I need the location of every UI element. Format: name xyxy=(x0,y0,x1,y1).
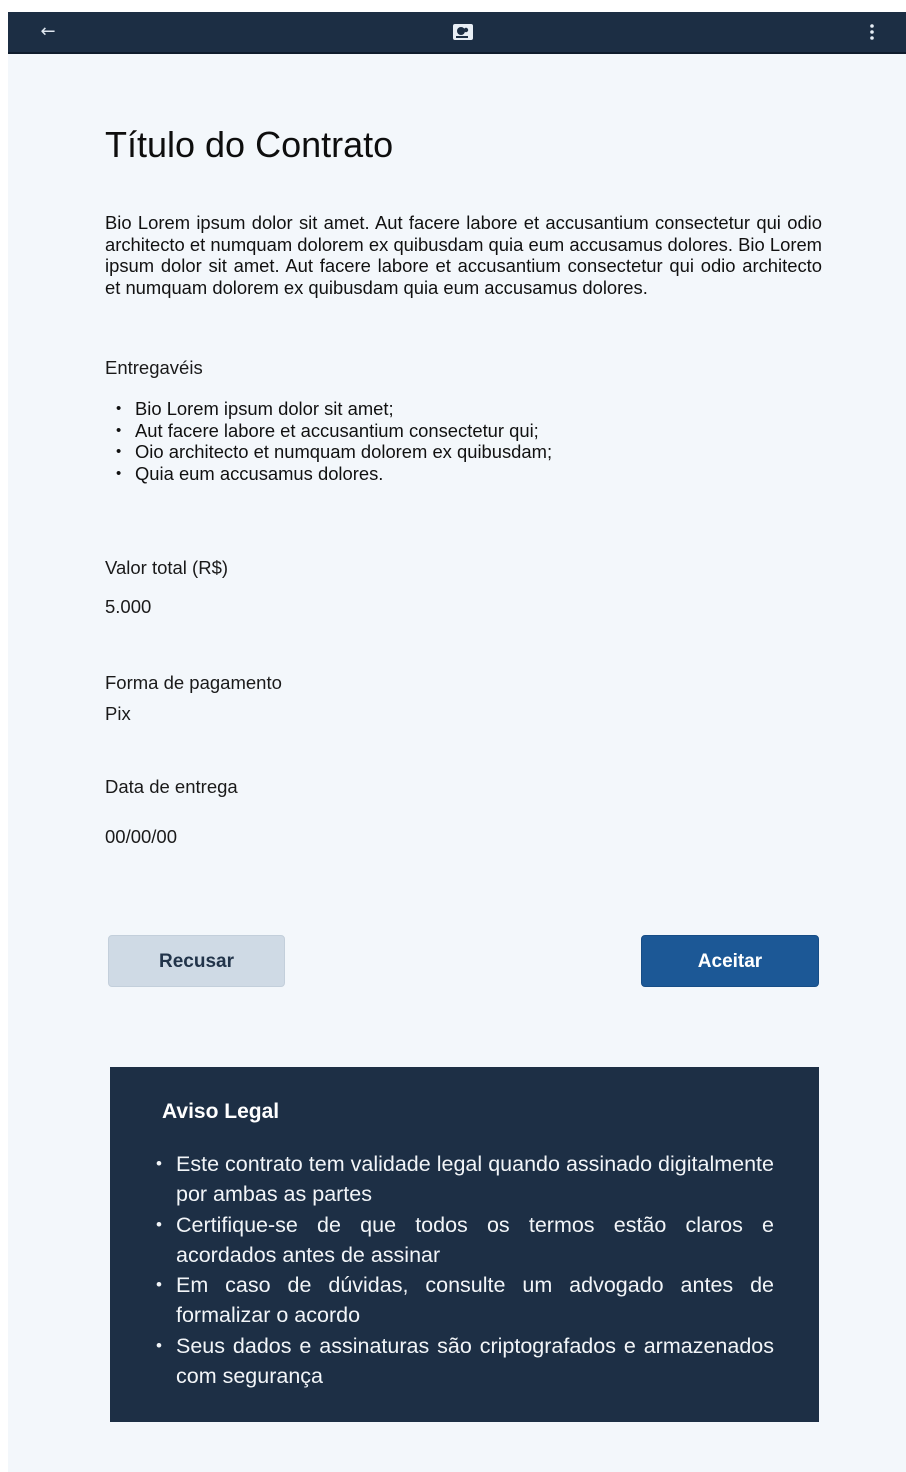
list-item: Este contrato tem validade legal quando … xyxy=(156,1149,774,1210)
app-screen: ← Título do Contrato Bio Lorem ipsum dol… xyxy=(8,12,906,1472)
list-item: Certifique-se de que todos os termos est… xyxy=(156,1210,774,1271)
delivery-date-label: Data de entrega xyxy=(105,776,238,797)
list-item: Quia eum accusamus dolores. xyxy=(105,463,552,485)
payment-method-label: Forma de pagamento xyxy=(105,672,282,693)
page-title: Título do Contrato xyxy=(105,124,394,165)
legal-notice: Aviso Legal Este contrato tem validade l… xyxy=(110,1067,819,1422)
list-item: Bio Lorem ipsum dolor sit amet; xyxy=(105,398,552,420)
deliverables-list: Bio Lorem ipsum dolor sit amet; Aut face… xyxy=(105,398,552,484)
list-item: Seus dados e assinaturas são criptografa… xyxy=(156,1331,774,1392)
list-item: Aut facere labore et accusantium consect… xyxy=(105,420,552,442)
total-value-label: Valor total (R$) xyxy=(105,557,229,578)
app-logo-icon xyxy=(453,24,473,40)
contract-description: Bio Lorem ipsum dolor sit amet. Aut face… xyxy=(105,212,822,298)
list-item: Em caso de dúvidas, consulte um advogado… xyxy=(156,1270,774,1331)
legal-notice-list: Este contrato tem validade legal quando … xyxy=(156,1149,774,1391)
arrow-left-icon[interactable]: ← xyxy=(36,20,60,44)
list-item: Oio architecto et numquam dolorem ex qui… xyxy=(105,441,552,463)
top-app-bar: ← xyxy=(8,12,906,54)
more-vertical-icon[interactable] xyxy=(862,21,882,43)
payment-method-value: Pix xyxy=(105,703,131,724)
total-value: 5.000 xyxy=(105,596,152,617)
deliverables-label: Entregavéis xyxy=(105,357,203,378)
delivery-date-value: 00/00/00 xyxy=(105,826,178,847)
refuse-button[interactable]: Recusar xyxy=(108,935,285,987)
legal-notice-title: Aviso Legal xyxy=(162,1100,280,1123)
accept-button[interactable]: Aceitar xyxy=(641,935,819,987)
